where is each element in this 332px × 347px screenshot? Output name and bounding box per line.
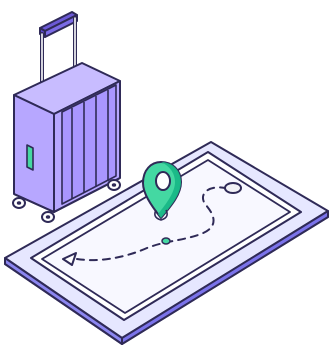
wheel-front-left-hub (16, 201, 22, 205)
suitcase-latch (26, 144, 34, 171)
illustration-svg (4, 11, 329, 345)
suitcase-icon (12, 11, 121, 223)
travel-navigation-illustration (0, 0, 332, 347)
destination-icon (224, 182, 242, 194)
wheel-back-right-hub (111, 183, 117, 187)
current-location-dot (161, 237, 171, 245)
map-pin-hole (155, 171, 171, 191)
wheel-front-right-hub (45, 215, 51, 219)
suitcase-front-face (13, 94, 55, 213)
